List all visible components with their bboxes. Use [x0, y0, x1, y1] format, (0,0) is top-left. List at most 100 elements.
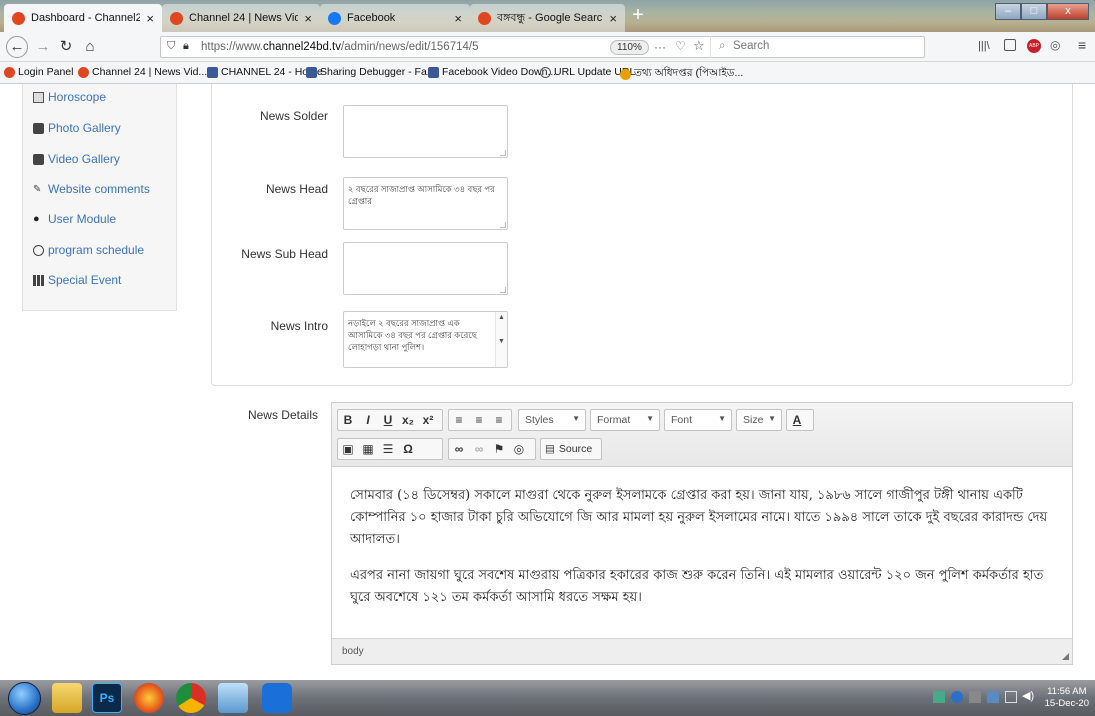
source-button[interactable]: ▤ Source [540, 438, 602, 460]
adblock-icon[interactable]: ABP [1027, 39, 1041, 53]
url-domain: channel24bd.tv [263, 41, 342, 53]
underline-button[interactable]: U [378, 410, 398, 430]
editor-resize-icon[interactable] [1062, 653, 1069, 660]
close-icon[interactable]: × [609, 11, 617, 26]
editor-content-area[interactable]: সোমবার (১৪ ডিসেম্বর) সকালে মাগুরা থেকে ন… [332, 467, 1072, 640]
start-orb-icon[interactable] [8, 682, 41, 715]
align-right-icon[interactable]: ≡ [489, 410, 509, 430]
insert-image-icon[interactable]: ▣ [338, 439, 358, 459]
menu-icon[interactable]: ≡ [1078, 37, 1086, 53]
element-path-body[interactable]: body [342, 646, 364, 657]
align-left-icon[interactable]: ≡ [449, 410, 469, 430]
unlink-icon[interactable]: ∞ [469, 439, 489, 459]
url-prefix: https://www. [201, 41, 263, 53]
bookmark-pid[interactable]: তথ্য অধিদপ্তর (পিআইড... [620, 66, 743, 83]
close-icon[interactable]: × [304, 11, 312, 26]
tab-google-search[interactable]: বঙ্গবন্ধু - Google Search × [470, 4, 625, 32]
display-icon[interactable] [1005, 691, 1017, 703]
back-arrow-icon[interactable]: ← [6, 36, 28, 58]
navigation-bar: ← → ↻ ⌂ ⛉ 🔒︎ https://www.channel24bd.tv/… [0, 32, 1095, 62]
resize-grip-icon[interactable] [500, 287, 506, 293]
lock-icon[interactable]: 🔒︎ [183, 40, 189, 53]
shield-icon[interactable]: ⛉ [167, 40, 175, 53]
teamviewer-icon[interactable] [262, 683, 292, 713]
sidebar-item-user-module[interactable]: ● User Module [33, 208, 116, 230]
sidebar-item-label: User Module [48, 212, 117, 226]
bookmark-facebook-video-down[interactable]: Facebook Video Down... [428, 66, 556, 78]
action-center-icon[interactable] [969, 691, 981, 703]
close-icon[interactable]: × [146, 11, 154, 26]
taskbar-clock[interactable]: 11:56 AM 15-Dec-20 [1045, 686, 1089, 710]
teamviewer-tray-icon[interactable] [951, 691, 963, 703]
news-solder-field[interactable] [343, 105, 508, 158]
anchor-flag-icon[interactable]: ⚑ [489, 439, 509, 459]
home-icon[interactable]: ⌂ [80, 37, 100, 57]
tab-facebook[interactable]: Facebook × [320, 4, 470, 32]
font-dropdown[interactable]: Font ▼ [664, 409, 732, 431]
sidebar-item-label: Special Event [48, 273, 122, 287]
editor-toolbar: B I U x₂ x² ≡ ≡ ≡ Styles ▼ Format ▼ Font ▼ … [332, 403, 1072, 467]
chrome-icon[interactable] [176, 683, 206, 713]
news-intro-field[interactable]: নড়াইলে ২ বছরের সাজাপ্রাপ্ত এক আসামিকে ৩… [343, 311, 508, 368]
minimize-icon[interactable]: – [995, 3, 1021, 20]
reload-icon[interactable]: ↻ [56, 37, 76, 57]
page-actions-icon[interactable]: ··· [654, 40, 666, 54]
firefox-icon[interactable] [134, 683, 164, 713]
styles-dropdown[interactable]: Styles ▼ [518, 409, 586, 431]
new-tab-button[interactable]: + [627, 4, 649, 26]
tab-dashboard[interactable]: Dashboard - Channel24 × [4, 4, 162, 32]
volume-icon[interactable]: ◀) [1022, 689, 1034, 702]
special-char-button[interactable]: Ω [398, 439, 418, 459]
sidebar-item-photo-gallery[interactable]: Photo Gallery [33, 117, 121, 139]
resize-grip-icon[interactable] [500, 222, 506, 228]
sidebar-item-special-event[interactable]: Special Event [33, 269, 121, 291]
bookmark-sharing-debugger[interactable]: Sharing Debugger - Fa... [306, 66, 436, 78]
news-intro-scrollbar[interactable]: ▲ ▼ [495, 312, 507, 367]
superscript-button[interactable]: x² [418, 410, 438, 430]
format-dropdown[interactable]: Format ▼ [590, 409, 660, 431]
bookmark-star-icon[interactable]: ☆ [693, 38, 705, 54]
url-bar[interactable]: ⛉ 🔒︎ https://www.channel24bd.tv/admin/ne… [160, 36, 925, 58]
sidebar-item-horoscope[interactable]: Horoscope [33, 86, 106, 108]
align-center-icon[interactable]: ≡ [469, 410, 489, 430]
globe-embed-icon[interactable]: ◎ [509, 439, 529, 459]
search-input[interactable]: ⌕ Search [710, 36, 926, 58]
file-explorer-icon[interactable] [52, 683, 82, 713]
close-icon[interactable]: × [454, 11, 462, 26]
tab-channel24-news[interactable]: Channel 24 | News Video, Latest × [162, 4, 320, 32]
news-sub-head-field[interactable] [343, 242, 508, 295]
clock-icon [33, 244, 44, 256]
account-icon[interactable]: ◎ [1050, 38, 1060, 52]
sidebar-item-program-schedule[interactable]: program schedule [33, 239, 144, 261]
chevron-down-icon: ▼ [646, 414, 654, 423]
pocket-icon[interactable]: ♡ [675, 39, 686, 53]
format-label: Format [597, 414, 631, 426]
network-icon[interactable] [987, 691, 999, 703]
link-icon[interactable]: ∞ [449, 439, 469, 459]
subscript-button[interactable]: x₂ [398, 410, 418, 430]
notepad-icon[interactable] [218, 683, 248, 713]
zoom-level-badge[interactable]: 110% [610, 40, 649, 55]
sidebar-toggle-icon[interactable] [1004, 39, 1016, 51]
sidebar-item-video-gallery[interactable]: Video Gallery [33, 148, 120, 170]
news-head-label: News Head [265, 182, 328, 196]
photoshop-icon[interactable]: Ps [92, 683, 122, 713]
sidebar-item-website-comments[interactable]: ✎ Website comments [33, 178, 150, 200]
news-head-field[interactable]: ২ বছরের সাজাপ্রাপ্ত আসামিকে ৩৪ বছর পর গ্… [343, 177, 508, 230]
source-doc-icon: ▤ [545, 443, 555, 455]
text-color-button[interactable]: A [787, 410, 807, 430]
system-tray: ◀) 11:56 AM 15-Dec-20 [925, 680, 1095, 716]
library-icon[interactable]: |||\ [978, 40, 990, 52]
size-dropdown[interactable]: Size ▼ [736, 409, 782, 431]
resize-grip-icon[interactable] [500, 150, 506, 156]
insert-table-icon[interactable]: ▦ [358, 439, 378, 459]
forward-arrow-icon[interactable]: → [33, 37, 53, 57]
bookmark-channel24-news[interactable]: Channel 24 | News Vid... [78, 66, 207, 78]
window-close-icon[interactable]: x [1047, 3, 1089, 20]
bookmark-login-panel[interactable]: Login Panel [4, 66, 73, 78]
maximize-icon[interactable]: □ [1021, 3, 1047, 20]
horizontal-line-icon[interactable]: ☰ [378, 439, 398, 459]
bold-button[interactable]: B [338, 410, 358, 430]
italic-button[interactable]: I [358, 410, 378, 430]
tray-app-icon[interactable] [933, 691, 945, 703]
